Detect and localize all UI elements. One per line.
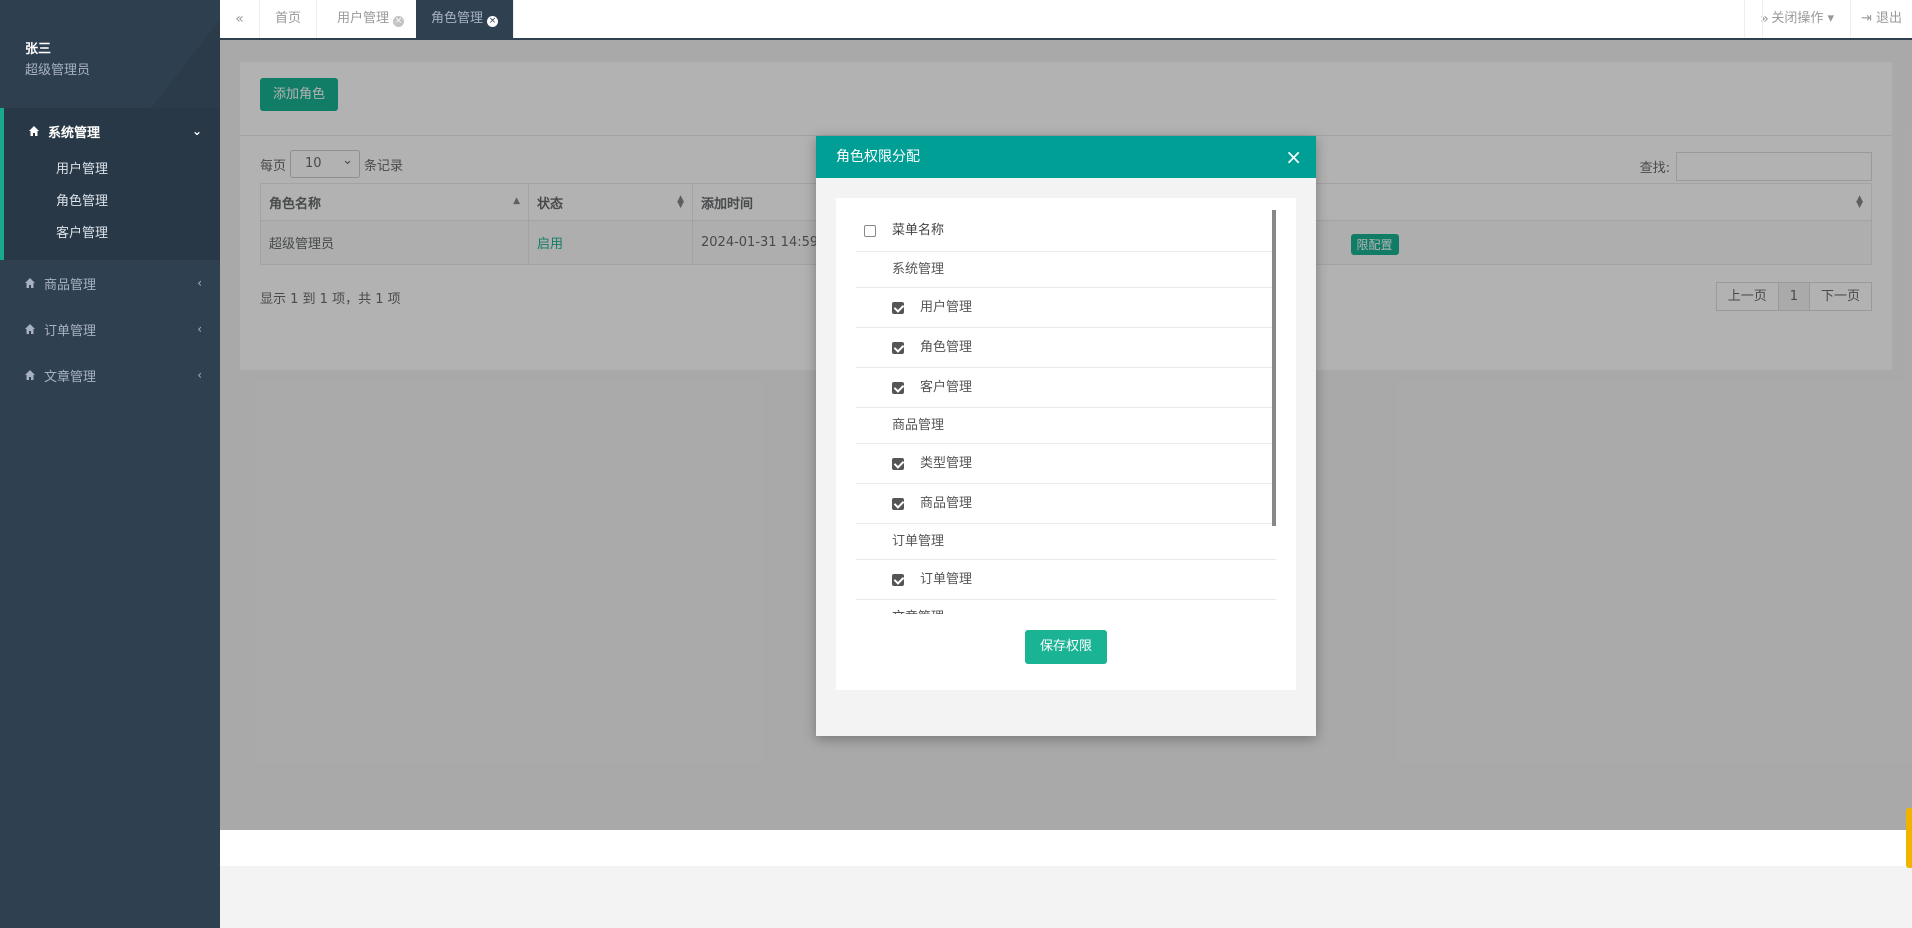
tab-role-management[interactable]: 角色管理 × xyxy=(416,0,515,38)
group-label: 订单管理 xyxy=(892,533,945,549)
tab-user-label: 用户管理 xyxy=(337,11,390,26)
close-operations-dropdown[interactable]: 关闭操作 ▾ xyxy=(1762,0,1842,38)
tree-header-label: 菜单名称 xyxy=(892,222,945,238)
menu-goods-toggle[interactable]: 商品管理 ‹ xyxy=(0,260,220,306)
chevron-down-icon: ⌄ xyxy=(191,124,202,138)
permission-label: 商品管理 xyxy=(920,495,973,511)
menu-orders-toggle[interactable]: 订单管理 ‹ xyxy=(0,306,220,352)
permission-checkbox[interactable] xyxy=(892,573,904,586)
save-permissions-button[interactable]: 保存权限 xyxy=(1025,630,1107,664)
close-icon[interactable]: × xyxy=(393,16,405,27)
tab-home-label: 首页 xyxy=(275,11,302,26)
caret-down-icon: ▾ xyxy=(1827,11,1834,26)
tab-role-label: 角色管理 xyxy=(431,11,484,26)
permission-label: 客户管理 xyxy=(920,379,973,395)
logout-label: 退出 xyxy=(1875,11,1902,26)
menu-system-toggle[interactable]: 系统管理 ⌄ xyxy=(4,108,220,154)
permission-label: 订单管理 xyxy=(920,571,973,587)
close-icon[interactable]: × xyxy=(487,16,499,27)
tree-scrollbar[interactable] xyxy=(1272,210,1276,526)
permission-checkbox[interactable] xyxy=(892,301,904,314)
tree-group-row: 文章管理 xyxy=(856,599,1276,615)
menu-orders-label: 订单管理 xyxy=(44,323,97,339)
modal-body: 菜单名称 系统管理 用户管理 角色管理 客户管理 商品管理 类型管理 商品管理 … xyxy=(836,198,1296,690)
scroll-tabs-left-button[interactable]: « xyxy=(220,0,260,38)
menu-system-label: 系统管理 xyxy=(48,125,101,141)
tree-item-row: 商品管理 xyxy=(856,484,1276,524)
tree-group-row: 系统管理 xyxy=(856,252,1276,288)
tab-bar: « 首页 用户管理 × 角色管理 × » 关闭操作 ▾ ⇥ 退出 xyxy=(220,0,1912,40)
sidebar-item-customer[interactable]: 客户管理 xyxy=(4,218,220,250)
home-icon xyxy=(29,126,39,136)
user-name: 张三 xyxy=(25,42,52,57)
permission-tree: 菜单名称 系统管理 用户管理 角色管理 客户管理 商品管理 类型管理 商品管理 … xyxy=(856,210,1276,614)
chevron-left-icon: ‹ xyxy=(197,276,202,290)
tree-item-row: 类型管理 xyxy=(856,444,1276,484)
chevron-left-icon: ‹ xyxy=(197,368,202,382)
group-label: 商品管理 xyxy=(892,417,945,433)
user-role: 超级管理员 xyxy=(25,63,91,78)
menu-group-goods: 商品管理 ‹ xyxy=(0,260,220,306)
tab-home[interactable]: 首页 xyxy=(260,0,318,38)
sidebar-item-user[interactable]: 用户管理 xyxy=(4,154,220,186)
edge-handle[interactable] xyxy=(1906,808,1912,868)
permission-checkbox[interactable] xyxy=(892,497,904,510)
tree-header-row: 菜单名称 xyxy=(856,210,1276,252)
double-chevron-left-icon: « xyxy=(235,11,244,27)
home-icon xyxy=(25,370,35,380)
modal-title: 角色权限分配 xyxy=(836,149,920,165)
permission-checkbox[interactable] xyxy=(892,381,904,394)
sidebar-item-role[interactable]: 角色管理 xyxy=(4,186,220,218)
logout-button[interactable]: ⇥ 退出 xyxy=(1849,0,1912,38)
group-label: 系统管理 xyxy=(892,261,945,277)
tree-item-row: 角色管理 xyxy=(856,328,1276,368)
group-label: 文章管理 xyxy=(892,599,944,615)
chevron-left-icon: ‹ xyxy=(197,322,202,336)
close-ops-label: 关闭操作 xyxy=(1771,11,1824,26)
menu-articles-toggle[interactable]: 文章管理 ‹ xyxy=(0,352,220,398)
permission-checkbox[interactable] xyxy=(892,457,904,470)
modal-header: 角色权限分配 × xyxy=(816,136,1316,178)
tree-group-row: 订单管理 xyxy=(856,524,1276,560)
menu-group-orders: 订单管理 ‹ xyxy=(0,306,220,352)
home-icon xyxy=(25,278,35,288)
close-icon[interactable]: × xyxy=(1285,136,1302,178)
permission-label: 角色管理 xyxy=(920,339,973,355)
permission-checkbox[interactable] xyxy=(892,341,904,354)
select-all-checkbox[interactable] xyxy=(864,224,876,237)
footer-area xyxy=(220,830,1912,866)
sign-out-icon: ⇥ xyxy=(1860,11,1872,26)
menu-articles-label: 文章管理 xyxy=(44,369,97,385)
tab-user-management[interactable]: 用户管理 × xyxy=(322,0,421,38)
permission-label: 类型管理 xyxy=(920,455,973,471)
menu-group-system: 系统管理 ⌄ 用户管理 角色管理 客户管理 xyxy=(0,108,220,260)
sidebar: 张三 超级管理员 系统管理 ⌄ 用户管理 角色管理 客户管理 商品管理 ‹ 订单… xyxy=(0,0,220,928)
tree-item-row: 用户管理 xyxy=(856,288,1276,328)
menu-group-articles: 文章管理 ‹ xyxy=(0,352,220,398)
user-profile: 张三 超级管理员 xyxy=(0,0,220,108)
tree-item-row: 客户管理 xyxy=(856,368,1276,408)
tree-group-row: 商品管理 xyxy=(856,408,1276,444)
home-icon xyxy=(25,324,35,334)
permission-modal: 角色权限分配 × 菜单名称 系统管理 用户管理 角色管理 客户管理 商品管理 类… xyxy=(816,136,1316,736)
permission-label: 用户管理 xyxy=(920,299,973,315)
menu-goods-label: 商品管理 xyxy=(44,277,97,293)
tree-item-row: 订单管理 xyxy=(856,560,1276,600)
